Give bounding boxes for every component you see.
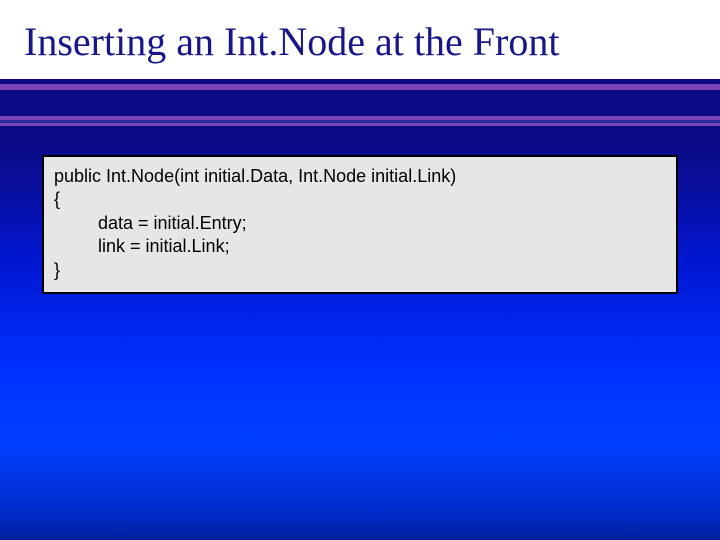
slide: Inserting an Int.Node at the Front publi… <box>0 0 720 540</box>
code-line-1: public Int.Node(int initial.Data, Int.No… <box>54 165 666 188</box>
code-box: public Int.Node(int initial.Data, Int.No… <box>42 155 678 294</box>
code-line-2: { <box>54 188 666 211</box>
rule-2 <box>0 90 720 116</box>
code-line-3: data = initial.Entry; <box>54 212 666 235</box>
title-bar: Inserting an Int.Node at the Front <box>0 0 720 79</box>
code-line-4: link = initial.Link; <box>54 235 666 258</box>
code-line-5: } <box>54 259 666 282</box>
rule-5 <box>0 123 720 126</box>
slide-title: Inserting an Int.Node at the Front <box>24 20 696 65</box>
divider-rules <box>0 84 720 126</box>
